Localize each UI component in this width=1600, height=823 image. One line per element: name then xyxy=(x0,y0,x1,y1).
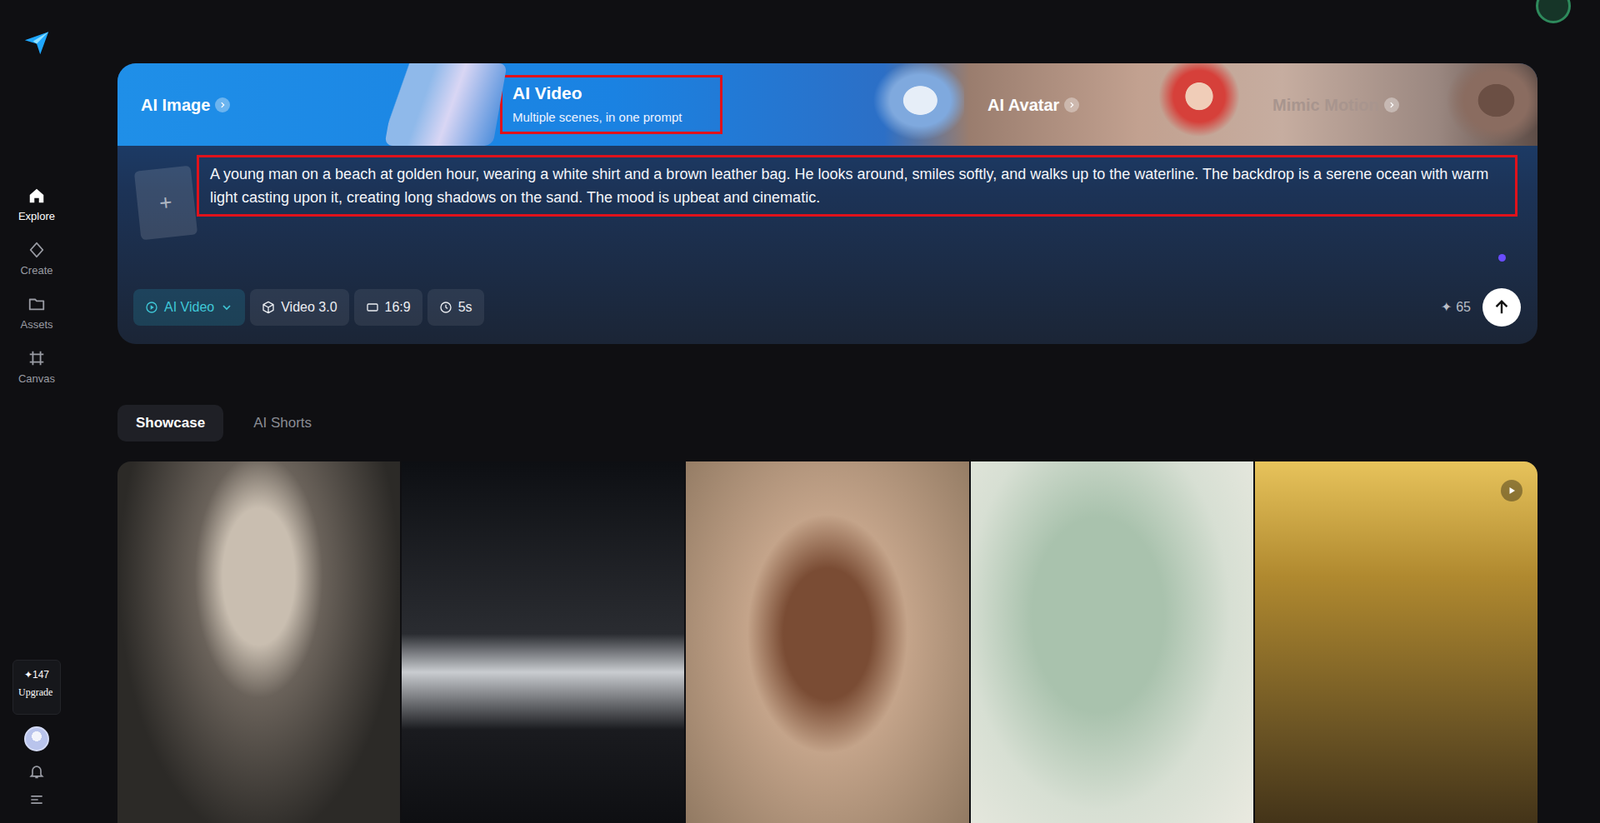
assistant-icon[interactable] xyxy=(1535,0,1571,24)
diamond-icon xyxy=(27,240,46,260)
chevron-right-icon xyxy=(215,97,230,113)
option-button[interactable]: 16:9 xyxy=(354,289,423,326)
tab-subtitle: Multiple scenes, in one prompt xyxy=(512,108,710,127)
tab-thumbnail xyxy=(384,63,507,146)
home-icon xyxy=(27,186,46,205)
mode-tab[interactable]: AI Image xyxy=(117,63,500,146)
gallery-card[interactable] xyxy=(117,461,400,823)
gallery-card[interactable] xyxy=(1255,461,1538,823)
video-icon xyxy=(145,300,159,315)
menu-icon[interactable] xyxy=(28,791,45,809)
folder-icon xyxy=(27,295,46,314)
chevron-right-icon xyxy=(1064,97,1080,113)
content-tab[interactable]: Showcase xyxy=(117,405,224,442)
tab-label: Mimic Motion xyxy=(1272,92,1380,118)
sidebar-label: Canvas xyxy=(18,370,55,388)
prompt-input[interactable]: A young man on a beach at golden hour, w… xyxy=(196,155,1518,217)
cost: ✦65 xyxy=(1440,297,1471,318)
sidebar: Explore Create Assets Canvas ✦147 Upgrade xyxy=(0,0,74,823)
sidebar-item[interactable]: Assets xyxy=(3,295,70,350)
sidebar-label: Assets xyxy=(20,316,53,334)
option-label: AI Video xyxy=(164,297,215,318)
credits-box[interactable]: ✦147 Upgrade xyxy=(12,660,61,715)
tab-label: Showcase xyxy=(135,412,205,435)
tab-label-group: AI Avatar xyxy=(987,92,1080,118)
content-tabs: Showcase AI Shorts xyxy=(117,405,1538,442)
sidebar-item[interactable]: Create xyxy=(3,240,70,295)
chevron-right-icon xyxy=(1384,97,1400,113)
tab-label: AI Video xyxy=(512,81,710,105)
tab-label: AI Shorts xyxy=(253,412,312,435)
option-button[interactable]: 5s xyxy=(427,289,485,326)
ratio-icon xyxy=(365,300,380,315)
generator-panel: AI Image AI Video Multiple scenes, in one … xyxy=(117,63,1538,345)
option-label: Video 3.0 xyxy=(280,297,337,318)
play-icon xyxy=(1500,480,1523,502)
avatar-icon[interactable] xyxy=(24,726,50,752)
sparkle-icon: ✦ xyxy=(24,669,33,681)
sparkle-icon: ✦ xyxy=(1440,297,1452,318)
gallery-card[interactable] xyxy=(401,461,685,823)
tab-thumbnail xyxy=(1153,63,1245,146)
sidebar-label: Create xyxy=(20,262,53,280)
arrow-up-icon xyxy=(1492,298,1511,317)
mode-tab[interactable]: AI Avatar xyxy=(964,63,1245,146)
mode-tab[interactable]: Mimic Motion xyxy=(1245,63,1538,146)
option-button[interactable]: AI Video xyxy=(133,289,245,326)
main-content: AI Image AI Video Multiple scenes, in one … xyxy=(73,0,1600,823)
option-button[interactable]: Video 3.0 xyxy=(250,289,349,326)
cost-amount: 65 xyxy=(1455,297,1471,318)
tab-thumbnail xyxy=(1445,63,1538,146)
mode-tab[interactable]: AI Video Multiple scenes, in one prompt xyxy=(500,63,965,146)
credits-amount: 147 xyxy=(32,669,50,681)
upload-button[interactable]: + xyxy=(134,165,198,241)
sidebar-label: Explore xyxy=(18,208,55,225)
cube-icon xyxy=(261,300,275,315)
generate-button[interactable] xyxy=(1482,288,1521,327)
logo-icon[interactable] xyxy=(22,28,51,57)
chevron-down-icon xyxy=(220,300,234,315)
clock-icon xyxy=(439,300,453,315)
option-label: 5s xyxy=(458,297,473,318)
frame-icon xyxy=(27,349,46,368)
gallery-card[interactable] xyxy=(685,461,969,823)
sidebar-item[interactable]: Explore xyxy=(3,186,70,241)
mode-tabs: AI Image AI Video Multiple scenes, in one … xyxy=(117,63,1538,146)
gallery-card[interactable] xyxy=(970,461,1254,823)
status-dot xyxy=(1498,254,1506,262)
upgrade-link[interactable]: Upgrade xyxy=(18,687,55,699)
content-tab[interactable]: AI Shorts xyxy=(235,405,330,442)
gallery xyxy=(117,461,1538,823)
selected-tab-box: AI Video Multiple scenes, in one prompt xyxy=(500,75,723,135)
tab-thumbnail xyxy=(866,63,965,146)
tab-label-group: AI Image xyxy=(140,92,230,118)
tab-label: AI Avatar xyxy=(987,92,1060,118)
plus-icon: + xyxy=(157,185,174,220)
bell-icon[interactable] xyxy=(28,763,45,780)
tab-label: AI Image xyxy=(140,92,210,118)
option-label: 16:9 xyxy=(385,297,411,318)
tab-label-group: Mimic Motion xyxy=(1272,92,1400,118)
sidebar-item[interactable]: Canvas xyxy=(3,349,70,404)
